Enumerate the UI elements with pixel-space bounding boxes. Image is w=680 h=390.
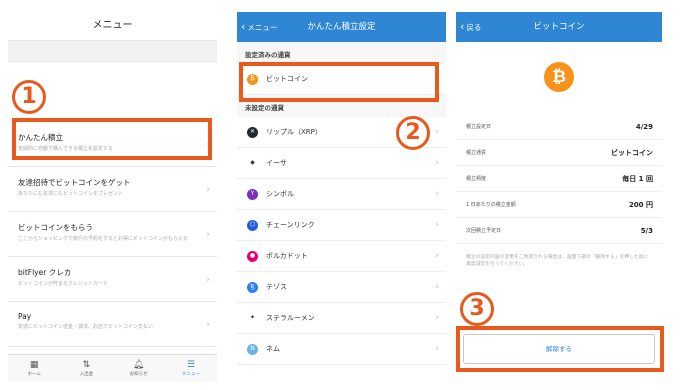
menu-item[interactable]: ビットコインをもらうここからショッピングや旅行の予約をするとお得にビットコインが…	[8, 212, 217, 257]
menu-title: メニュー	[92, 20, 133, 31]
menu-item-subtitle: 友達にビットコイン送金・請求、お店でビットコイン支払い	[18, 324, 154, 330]
menu-item-subtitle: あなたにも友達にもビットコインをプレゼント	[18, 191, 124, 197]
tab-bar: ▦ ホーム ⇅ 入出金 🔔︎ お知らせ ☰ メニュー	[8, 354, 217, 382]
coin-name: ステラルーメン	[266, 314, 315, 322]
detail-row: 1 日あたりの積立金額 200 円	[456, 192, 662, 218]
chevron-right-icon: ›	[435, 313, 439, 323]
menu-banner-area	[8, 40, 217, 62]
coin-row[interactable]: ⬡ チェーンリンク ›	[237, 210, 446, 241]
coin-icon: ✦	[247, 312, 258, 324]
detail-value: 毎日 1 回	[622, 174, 653, 183]
chevron-right-icon: ›	[206, 230, 210, 240]
page-title: かんたん積立設定	[307, 22, 376, 32]
home-grid-icon: ▦	[29, 360, 39, 370]
coin-icon: ⬡	[247, 219, 258, 231]
step-number-3: 3	[460, 292, 494, 326]
coin-icon: ꜩ	[247, 281, 258, 293]
chevron-right-icon: ›	[435, 158, 439, 168]
detail-row: 積立通貨 ビットコイン	[456, 140, 662, 166]
bell-icon: 🔔︎	[132, 360, 145, 370]
tab-label: お知らせ	[129, 372, 148, 377]
coin-name: シンボル	[266, 190, 294, 198]
chevron-right-icon: ›	[435, 189, 439, 199]
bitcoin-icon: ₿	[544, 62, 574, 92]
menu-list: かんたん積立 定期的に自動で購入できる積立を設定する › 友達招待でビットコインをゲッ…	[8, 122, 217, 382]
detail-label: 積立頻度	[466, 176, 487, 182]
tab-transfer[interactable]: ⇅ 入出金	[60, 355, 112, 382]
coin-name: ネム	[266, 345, 280, 353]
coin-name: イーサ	[266, 159, 287, 167]
tab-home[interactable]: ▦ ホーム	[8, 355, 60, 382]
page-title: ビットコイン	[533, 22, 585, 32]
highlight-box-3	[456, 326, 664, 372]
menu-item-subtitle: ビットコインが貯まるクレジットカード	[18, 281, 109, 287]
change-note: 積立の設定内容の変更をご希望される場合は、画面下部の「解除する」を押した後に再度…	[466, 255, 649, 267]
tab-label: 入出金	[79, 372, 94, 377]
chevron-right-icon: ›	[435, 220, 439, 230]
step-number-2: 2	[396, 116, 430, 150]
step-number-1: 1	[12, 80, 46, 114]
header-bar: ‹ メニュー かんたん積立設定	[237, 12, 446, 42]
coin-name: テゾス	[266, 283, 287, 291]
menu-item-subtitle: ここからショッピングや旅行の予約をするとお得にビットコインがもらえる	[18, 236, 188, 242]
coin-row[interactable]: ✦ ステラルーメン ›	[237, 303, 446, 334]
coin-icon: ✕	[247, 126, 258, 138]
chevron-right-icon: ›	[435, 127, 439, 137]
coin-row[interactable]: ● ポルカドット ›	[237, 241, 446, 272]
chevron-right-icon: ›	[435, 344, 439, 354]
detail-list: 積立設定日 4/29 積立通貨 ビットコイン積立頻度 毎日 1 回 1 日あたりの積立金額…	[456, 114, 662, 244]
detail-value: ビットコイン	[611, 148, 653, 157]
highlight-box-2	[239, 62, 439, 102]
coin-icon: Y	[247, 188, 258, 200]
coin-icon: N	[247, 343, 258, 355]
tab-label: ホーム	[27, 372, 41, 377]
detail-row: 積立設定日 4/29	[456, 114, 662, 140]
coin-row[interactable]: ◆ イーサ ›	[237, 148, 446, 179]
highlight-box-1	[12, 118, 212, 160]
coin-icon: ◆	[247, 157, 258, 169]
detail-row: 次回積立予定日 5/3	[456, 218, 662, 244]
detail-label: 1 日あたりの積立金額	[466, 202, 516, 208]
chevron-right-icon: ›	[435, 282, 439, 292]
tab-label: メニュー	[181, 372, 200, 377]
coin-icon: ●	[247, 250, 258, 262]
header-bar: ‹ 戻る ビットコイン	[456, 12, 662, 42]
coin-list: ✕ リップル（XRP） › ◆ イーサ › Y シンボル › ⬡ チェーンリンク › ● ポルカドット › ꜩ…	[237, 117, 446, 365]
menu-item-title: bitFlyer クレカ	[18, 268, 72, 277]
transfer-arrows-icon: ⇅	[82, 360, 91, 370]
detail-row: 積立頻度 毎日 1 回	[456, 166, 662, 192]
coin-name: リップル（XRP）	[266, 128, 322, 136]
menu-item-title: ビットコインをもらう	[18, 223, 93, 232]
detail-value: 5/3	[640, 226, 653, 235]
tab-menu[interactable]: ☰ メニュー	[165, 355, 217, 382]
detail-label: 次回積立予定日	[466, 228, 502, 234]
chevron-right-icon: ›	[206, 185, 210, 195]
coin-row[interactable]: ꜩ テゾス ›	[237, 272, 446, 303]
detail-value: 200 円	[628, 200, 653, 209]
chevron-right-icon: ›	[206, 275, 210, 285]
coin-name: チェーンリンク	[266, 221, 315, 229]
menu-item[interactable]: bitFlyer クレカビットコインが貯まるクレジットカード ›	[8, 257, 217, 302]
menu-lines-icon: ☰	[186, 360, 195, 370]
section-header-set: 設定済みの通貨	[237, 42, 446, 64]
chevron-right-icon: ›	[435, 251, 439, 261]
detail-label: 積立設定日	[466, 124, 492, 130]
menu-screen: メニュー かんたん積立 定期的に自動で購入できる積立を設定する › 友達招待でビットコ…	[8, 12, 217, 382]
coin-name: ポルカドット	[266, 252, 308, 260]
tab-notifications[interactable]: 🔔︎ お知らせ	[113, 355, 165, 382]
detail-label: 積立通貨	[466, 150, 487, 156]
chevron-right-icon: ›	[206, 320, 210, 330]
menu-item[interactable]: Pay 友達にビットコイン送金・請求、お店でビットコイン支払い ›	[8, 302, 217, 347]
detail-value: 4/29	[635, 122, 653, 131]
coin-row[interactable]: Y シンボル ›	[237, 179, 446, 210]
menu-item-title: 友達招待でビットコインをゲット	[18, 178, 131, 187]
coin-row[interactable]: N ネム ›	[237, 334, 446, 365]
menu-item-title: Pay	[18, 312, 32, 321]
menu-item[interactable]: 友達招待でビットコインをゲット あなたにも友達にもビットコインをプレゼント ›	[8, 167, 217, 212]
